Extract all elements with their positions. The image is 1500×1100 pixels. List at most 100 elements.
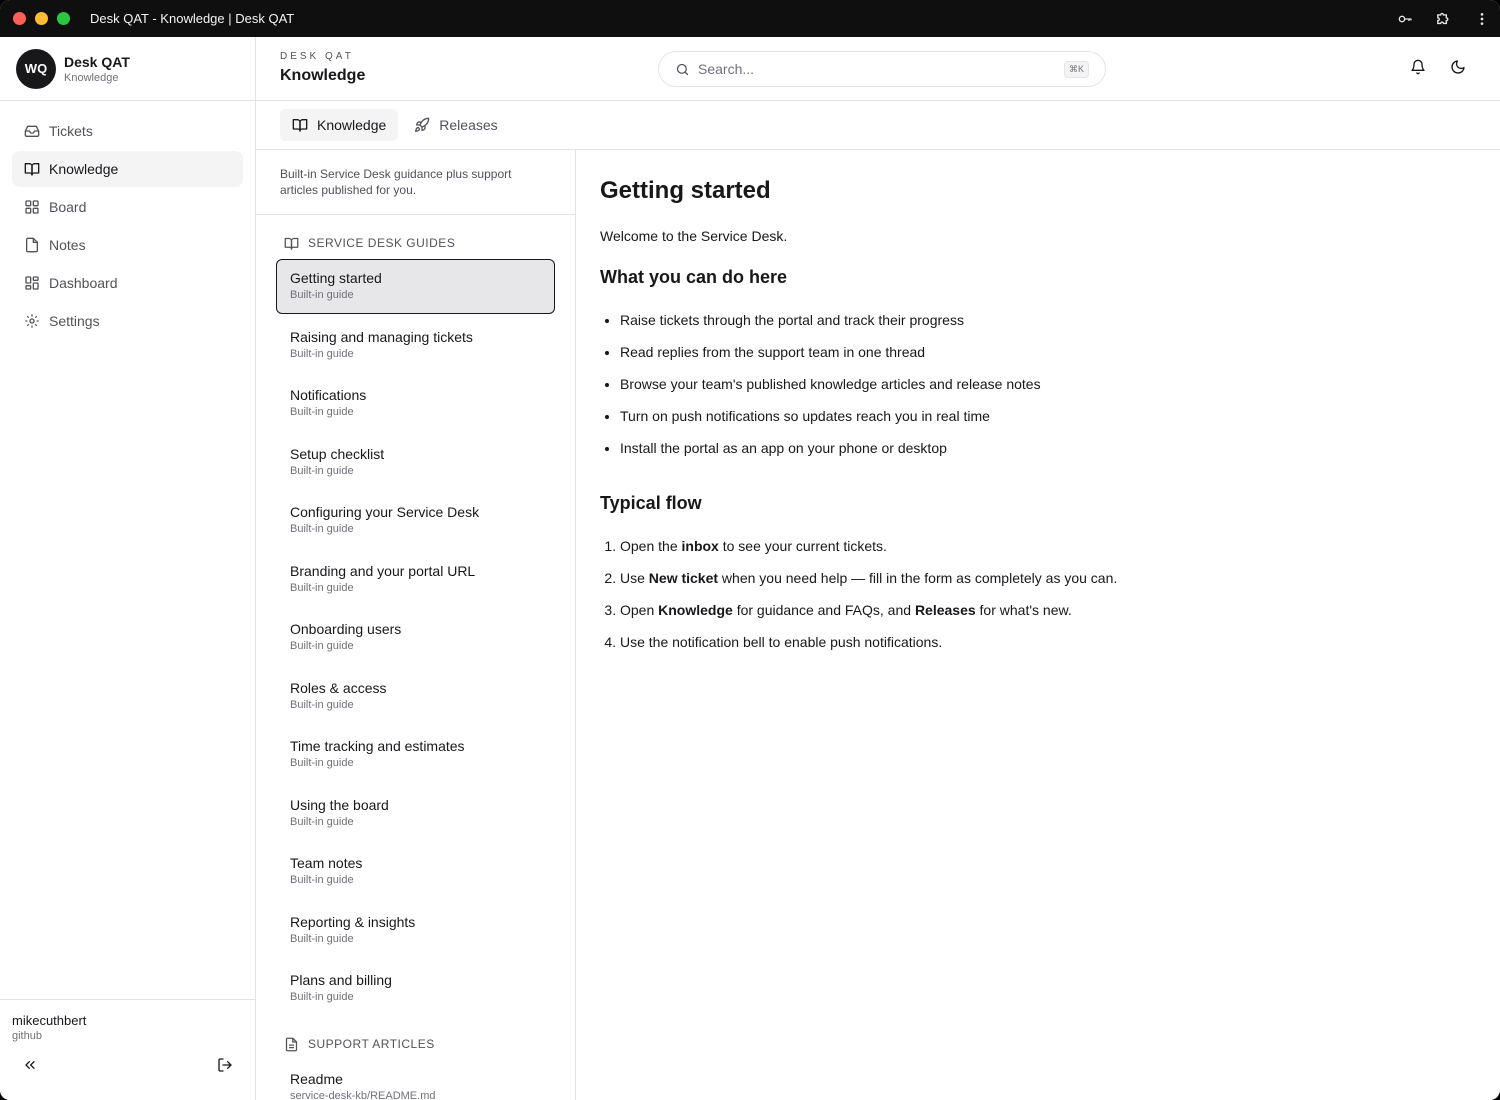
tab-knowledge[interactable]: Knowledge [280, 109, 399, 141]
bell-icon [1411, 59, 1425, 75]
sidebar-item-label: Dashboard [49, 275, 118, 291]
step-text: to see your current tickets. [718, 538, 887, 554]
sidebar-nav: Tickets Knowledge Board Notes Dashboard … [0, 101, 255, 339]
flow-step: Open the inbox to see your current ticke… [620, 536, 1476, 568]
guide-title: Branding and your portal URL [290, 562, 476, 579]
sidebar-item-label: Knowledge [49, 161, 119, 177]
step-text: for guidance and FAQs, and [732, 602, 915, 618]
article-item-readme[interactable]: Readme service-desk-kb/README.md [276, 1060, 555, 1100]
guide-title: Raising and managing tickets [290, 328, 473, 345]
guide-title: Plans and billing [290, 972, 392, 988]
list-item: Turn on push notifications so updates re… [620, 406, 1476, 438]
step-text: for what's new. [975, 602, 1072, 618]
step-emphasis: New ticket [648, 570, 719, 586]
sidebar-item-notes[interactable]: Notes [12, 227, 243, 263]
guide-subtitle: Built-in guide [290, 406, 354, 418]
guide-subtitle: Built-in guide [290, 932, 354, 945]
inbox-icon [24, 125, 40, 137]
title-bar: Desk QAT - Knowledge | Desk QAT [0, 0, 1500, 37]
guide-subtitle: Built-in guide [290, 698, 354, 711]
guide-item-configuring[interactable]: Configuring your Service Desk Built-in g… [276, 493, 555, 548]
app-window: Desk QAT - Knowledge | Desk QAT WQ Desk … [0, 0, 1500, 1100]
list-item: Read replies from the support team in on… [620, 342, 1476, 374]
sidebar-item-knowledge[interactable]: Knowledge [12, 151, 243, 187]
guide-subtitle: Built-in guide [290, 815, 354, 828]
log-out-icon [218, 1058, 232, 1072]
brand[interactable]: WQ Desk QAT Knowledge [0, 37, 255, 101]
file-icon [26, 237, 38, 253]
chevrons-left-icon [25, 1061, 35, 1069]
search-box[interactable]: ⌘K [658, 51, 1106, 87]
tab-label: Knowledge [317, 117, 387, 133]
sidebar-item-dashboard[interactable]: Dashboard [12, 265, 243, 301]
theme-toggle-button[interactable] [1450, 59, 1466, 80]
page-title: Knowledge [280, 67, 366, 84]
guide-subtitle: Built-in guide [290, 347, 354, 360]
guide-title: Notifications [290, 387, 367, 403]
search-shortcut-hint: ⌘K [1063, 61, 1089, 78]
book-open-icon [24, 163, 40, 176]
article-path: service-desk-kb/README.md [290, 1090, 436, 1100]
guide-item-board[interactable]: Using the board Built-in guide [276, 786, 555, 841]
step-emphasis: Releases [914, 602, 976, 618]
guide-subtitle: Built-in guide [290, 757, 354, 769]
sidebar-item-settings[interactable]: Settings [12, 303, 243, 339]
guide-item-onboarding[interactable]: Onboarding users Built-in guide [276, 610, 555, 665]
more-vertical-icon[interactable] [1474, 11, 1490, 27]
section-tabs: Knowledge Releases [256, 101, 1500, 150]
step-emphasis: inbox [681, 538, 719, 554]
grid-icon [25, 200, 39, 214]
sidebar-item-tickets[interactable]: Tickets [12, 113, 243, 149]
guide-item-time-tracking[interactable]: Time tracking and estimates Built-in gui… [276, 727, 555, 782]
sidebar-item-label: Notes [49, 237, 86, 253]
minimize-window-button[interactable] [35, 12, 48, 25]
section-label: SUPPORT ARTICLES [308, 1037, 435, 1051]
extension-puzzle-icon[interactable] [1435, 10, 1452, 27]
guide-title: Setup checklist [290, 445, 385, 462]
guide-subtitle: Built-in guide [290, 523, 354, 535]
notifications-button[interactable] [1410, 59, 1426, 80]
guide-item-reporting[interactable]: Reporting & insights Built-in guide [276, 903, 555, 958]
maximize-window-button[interactable] [57, 12, 70, 25]
guide-item-notifications[interactable]: Notifications Built-in guide [276, 376, 555, 431]
guide-item-raising-tickets[interactable]: Raising and managing tickets Built-in gu… [276, 318, 555, 373]
rocket-icon [415, 117, 430, 132]
sidebar-item-board[interactable]: Board [12, 189, 243, 225]
window-title: Desk QAT - Knowledge | Desk QAT [90, 11, 295, 26]
close-window-button[interactable] [13, 12, 26, 25]
articles-section-heading: SUPPORT ARTICLES [256, 1034, 575, 1054]
search-input[interactable] [698, 61, 1038, 77]
article-title: Getting started [600, 177, 771, 204]
collapse-sidebar-button[interactable] [22, 1057, 38, 1078]
guide-title: Onboarding users [290, 621, 402, 637]
guide-subtitle: Built-in guide [290, 640, 354, 652]
book-open-icon [284, 237, 299, 250]
section-label: SERVICE DESK GUIDES [308, 236, 456, 250]
guide-title: Getting started [290, 270, 382, 286]
tab-releases[interactable]: Releases [402, 109, 509, 141]
guide-item-getting-started[interactable]: Getting started Built-in guide [276, 259, 555, 314]
user-panel: mikecuthbert github [0, 999, 255, 1100]
guide-title: Configuring your Service Desk [290, 504, 480, 520]
guide-title: Time tracking and estimates [290, 738, 465, 754]
guide-title: Roles & access [290, 679, 387, 696]
guide-item-roles[interactable]: Roles & access Built-in guide [276, 669, 555, 724]
book-open-icon [292, 119, 308, 132]
user-name: mikecuthbert [12, 1013, 87, 1028]
sign-out-button[interactable] [217, 1057, 233, 1078]
guides-section-heading: SERVICE DESK GUIDES [256, 233, 575, 253]
list-item: Raise tickets through the portal and tra… [620, 310, 1476, 342]
article-content: Getting started Welcome to the Service D… [576, 150, 1500, 1100]
key-icon[interactable] [1397, 11, 1413, 27]
guide-item-setup-checklist[interactable]: Setup checklist Built-in guide [276, 435, 555, 490]
step-text: when you need help — fill in the form as… [718, 570, 1118, 586]
guide-item-branding[interactable]: Branding and your portal URL Built-in gu… [276, 552, 555, 607]
flow-step: Use the notification bell to enable push… [620, 632, 1476, 664]
list-item: Install the portal as an app on your pho… [620, 438, 1476, 470]
user-provider: github [12, 1030, 42, 1042]
guide-item-billing[interactable]: Plans and billing Built-in guide [276, 961, 555, 1016]
window-controls [13, 12, 70, 25]
guide-item-team-notes[interactable]: Team notes Built-in guide [276, 844, 555, 899]
sidebar-item-label: Tickets [49, 123, 93, 139]
article-title: Readme [290, 1071, 343, 1087]
